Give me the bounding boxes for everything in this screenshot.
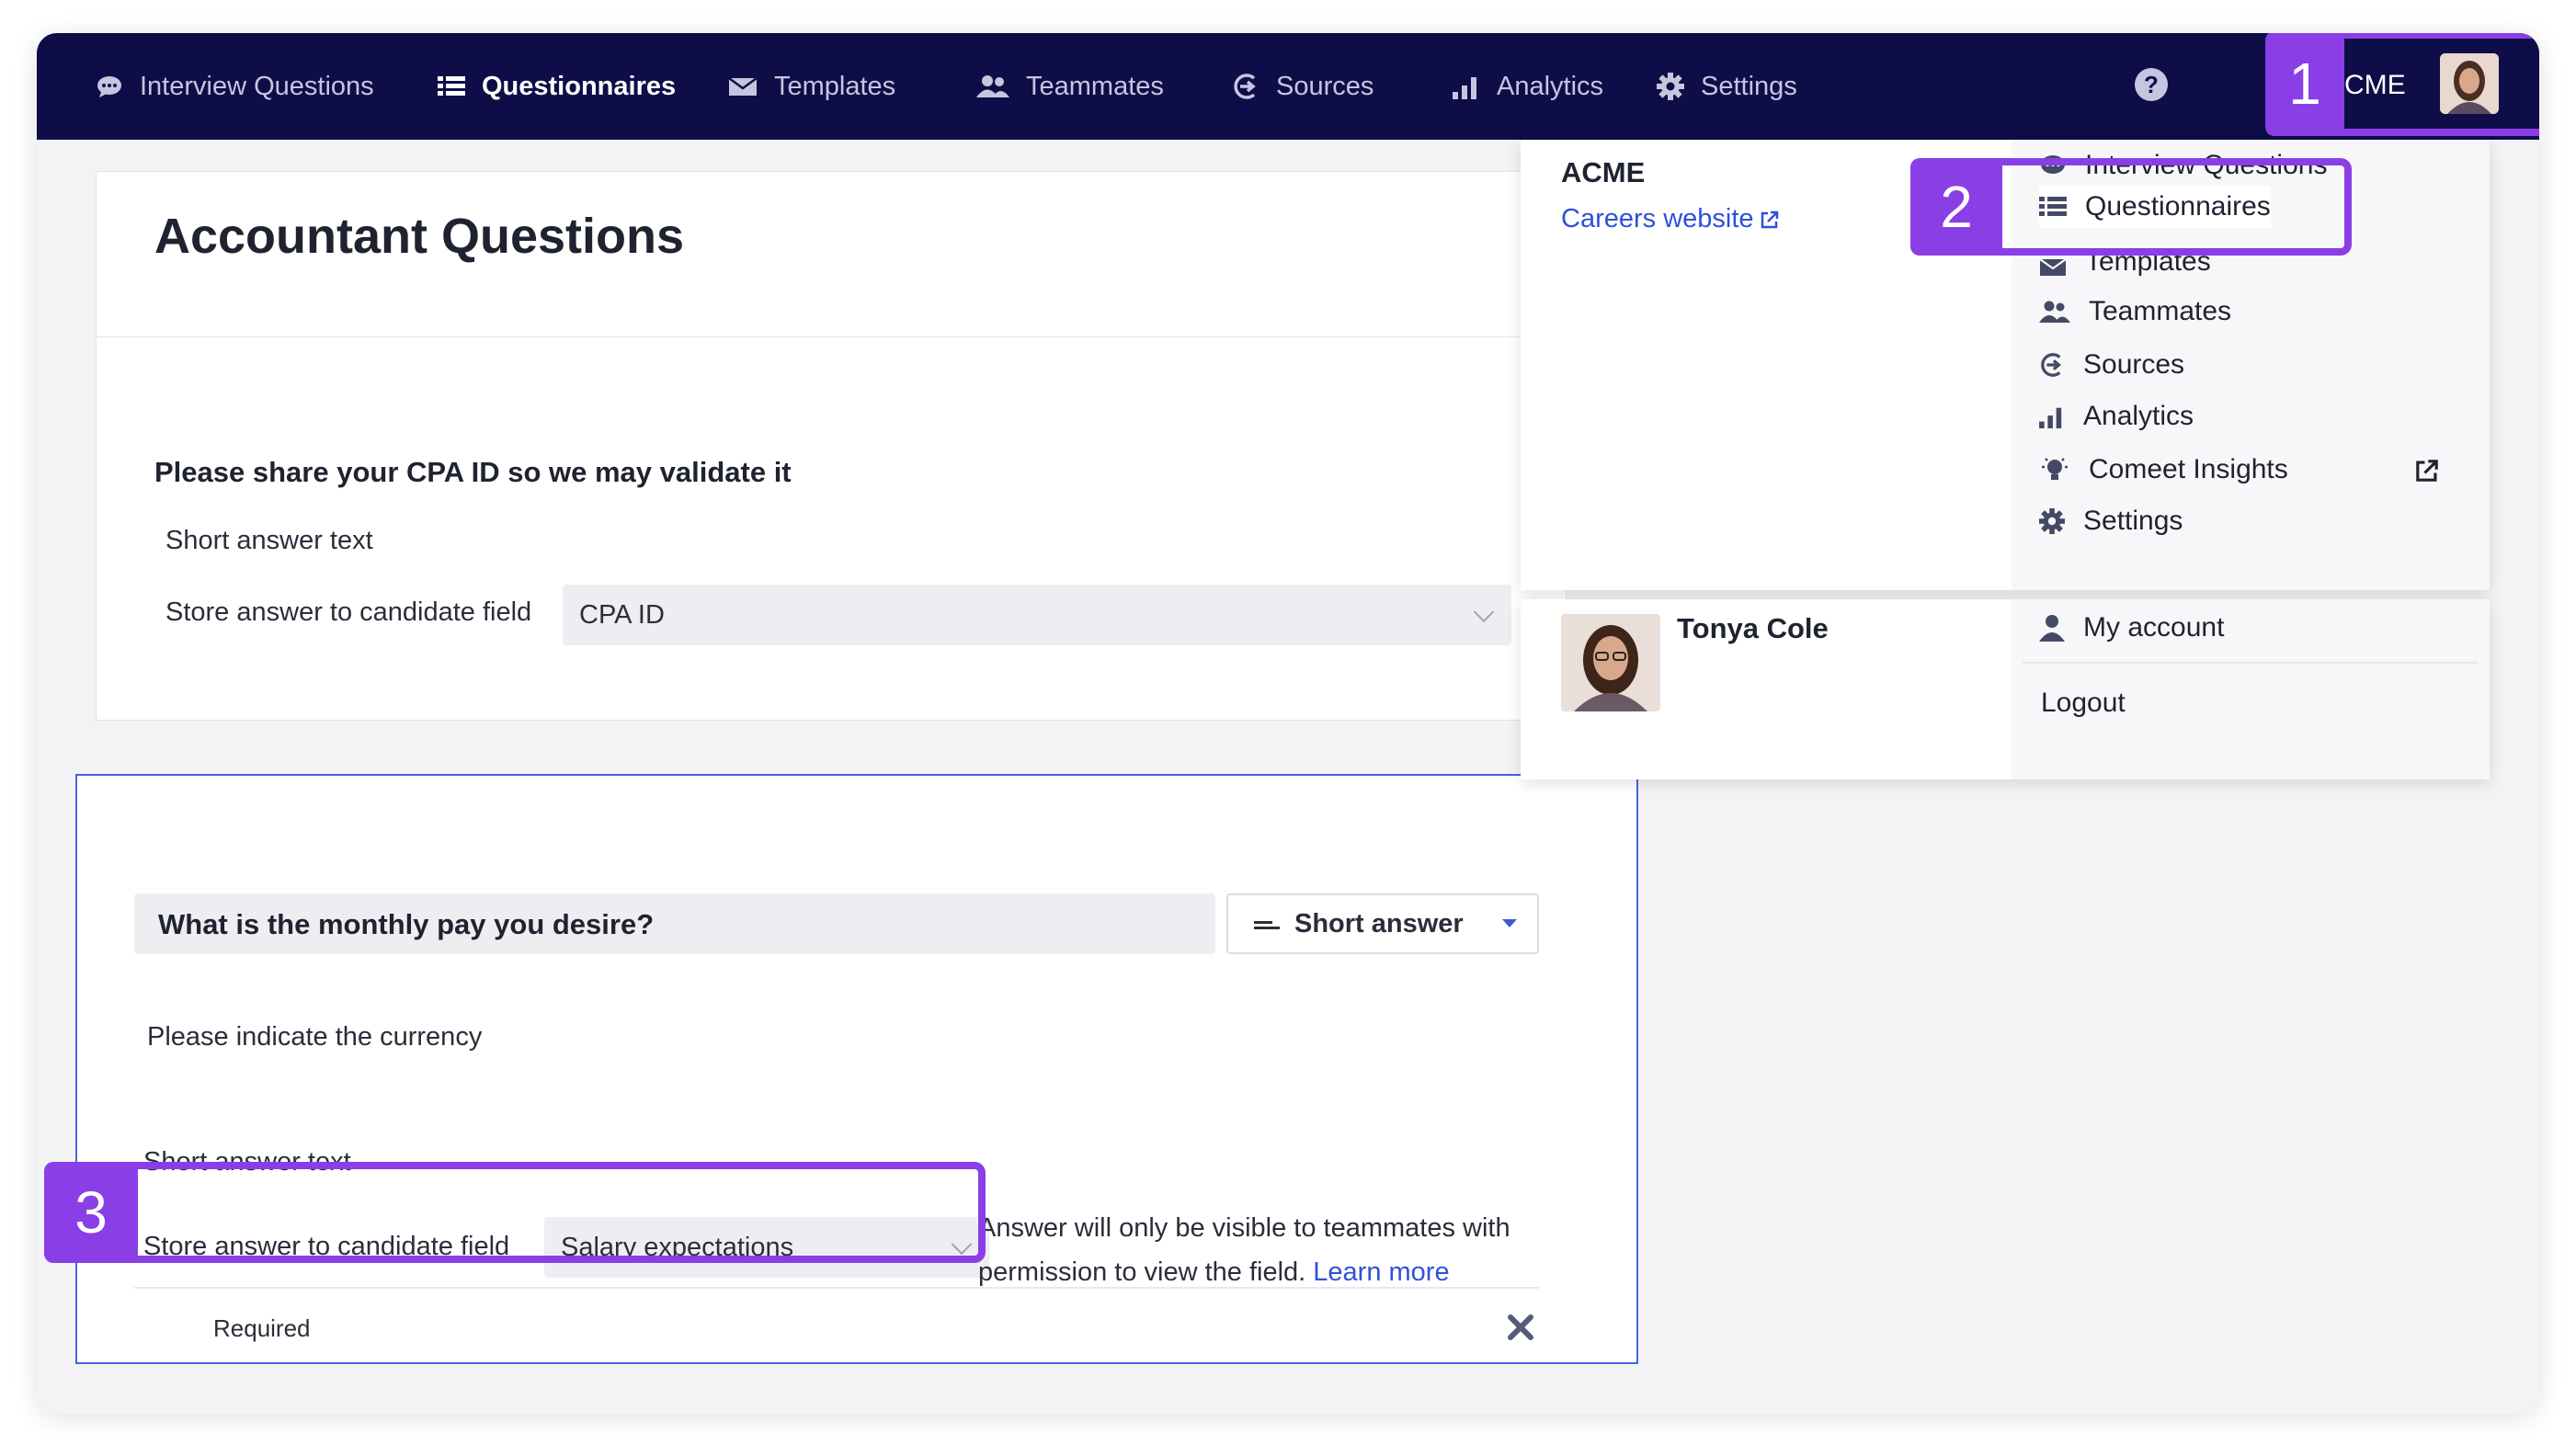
nav-label: Interview Questions — [140, 71, 374, 101]
dropdown-company-name: ACME — [1561, 156, 1646, 188]
nav-sources[interactable]: Sources — [1232, 33, 1373, 140]
nav-label: Settings — [1701, 71, 1797, 101]
select-value: CPA ID — [579, 599, 665, 630]
highlight-candidate-field — [44, 1162, 986, 1263]
careers-website-link[interactable]: Careers website — [1561, 204, 1780, 234]
menu-item-sources[interactable]: Sources — [2039, 344, 2184, 386]
nav-analytics[interactable]: Analytics — [1453, 33, 1603, 140]
nav-label: Sources — [1276, 71, 1374, 101]
gear-icon — [1657, 73, 1684, 100]
answer-type-text: Short answer text — [165, 526, 373, 555]
nav-questionnaires[interactable]: Questionnaires — [438, 33, 676, 140]
nav-templates[interactable]: Templates — [728, 33, 895, 140]
step-badge-2: 2 — [1910, 158, 2002, 256]
bar-chart-icon — [2039, 407, 2062, 428]
menu-item-comeet-insights[interactable]: Comeet Insights — [2039, 449, 2288, 491]
question-label: Please share your CPA ID so we may valid… — [154, 456, 792, 488]
close-icon[interactable] — [1508, 1314, 1533, 1340]
divider — [2023, 662, 2479, 664]
gear-icon — [2039, 508, 2065, 534]
nav-teammates[interactable]: Teammates — [976, 33, 1164, 140]
envelope-icon — [2039, 258, 2067, 276]
nav-interview-questions[interactable]: Interview Questions — [96, 33, 374, 140]
sources-icon — [2041, 353, 2062, 377]
envelope-icon — [728, 76, 758, 96]
caret-down-icon — [1502, 919, 1517, 927]
bar-chart-icon — [1453, 77, 1476, 99]
sources-icon — [1234, 74, 1256, 99]
nav-label: Teammates — [1026, 71, 1164, 101]
nav-label: Analytics — [1497, 71, 1604, 101]
question-label: What is the monthly pay you desire? — [158, 908, 655, 940]
menu-item-teammates[interactable]: Teammates — [2039, 290, 2231, 333]
candidate-field-select[interactable]: CPA ID — [563, 585, 1511, 645]
divider — [134, 1287, 1539, 1289]
step-badge-1: 1 — [2265, 33, 2344, 136]
answer-type-dropdown[interactable]: Short answer — [1226, 893, 1539, 954]
menu-item-settings[interactable]: Settings — [2039, 500, 2183, 542]
nav-settings[interactable]: Settings — [1657, 33, 1797, 140]
external-link-icon — [1761, 210, 1778, 228]
store-field-label: Store answer to candidate field — [165, 597, 532, 627]
user-avatar — [1561, 614, 1660, 711]
short-answer-icon — [1254, 921, 1280, 929]
menu-item-templates[interactable]: Templates — [2039, 256, 2211, 278]
lightbulb-icon — [2042, 458, 2068, 480]
chevron-down-icon — [1473, 601, 1495, 623]
help-icon[interactable]: ? — [2135, 68, 2168, 101]
field-visibility-hint: Answer will only be visible to teammates… — [978, 1213, 1510, 1287]
question-description: Please indicate the currency — [147, 1022, 483, 1052]
step-badge-3: 3 — [44, 1162, 138, 1263]
user-icon — [2039, 615, 2065, 642]
users-icon — [976, 75, 1009, 97]
users-icon — [2039, 301, 2070, 323]
nav-label: Templates — [774, 71, 896, 101]
answer-type-label: Short answer — [1294, 908, 1464, 938]
logout-link[interactable]: Logout — [2041, 688, 2126, 719]
nav-label: Questionnaires — [482, 71, 677, 101]
list-icon — [438, 76, 465, 96]
chat-icon — [97, 76, 121, 97]
menu-item-analytics[interactable]: Analytics — [2039, 395, 2194, 438]
my-account-link[interactable]: My account — [2039, 607, 2224, 649]
page-title: Accountant Questions — [154, 209, 685, 264]
external-link-icon[interactable] — [2414, 458, 2440, 483]
required-label: Required — [213, 1314, 311, 1342]
learn-more-link[interactable]: Learn more — [1313, 1257, 1449, 1287]
user-name: Tonya Cole — [1677, 612, 1829, 644]
app-window: Interview Questions Questionnaires Templ… — [37, 33, 2539, 1414]
